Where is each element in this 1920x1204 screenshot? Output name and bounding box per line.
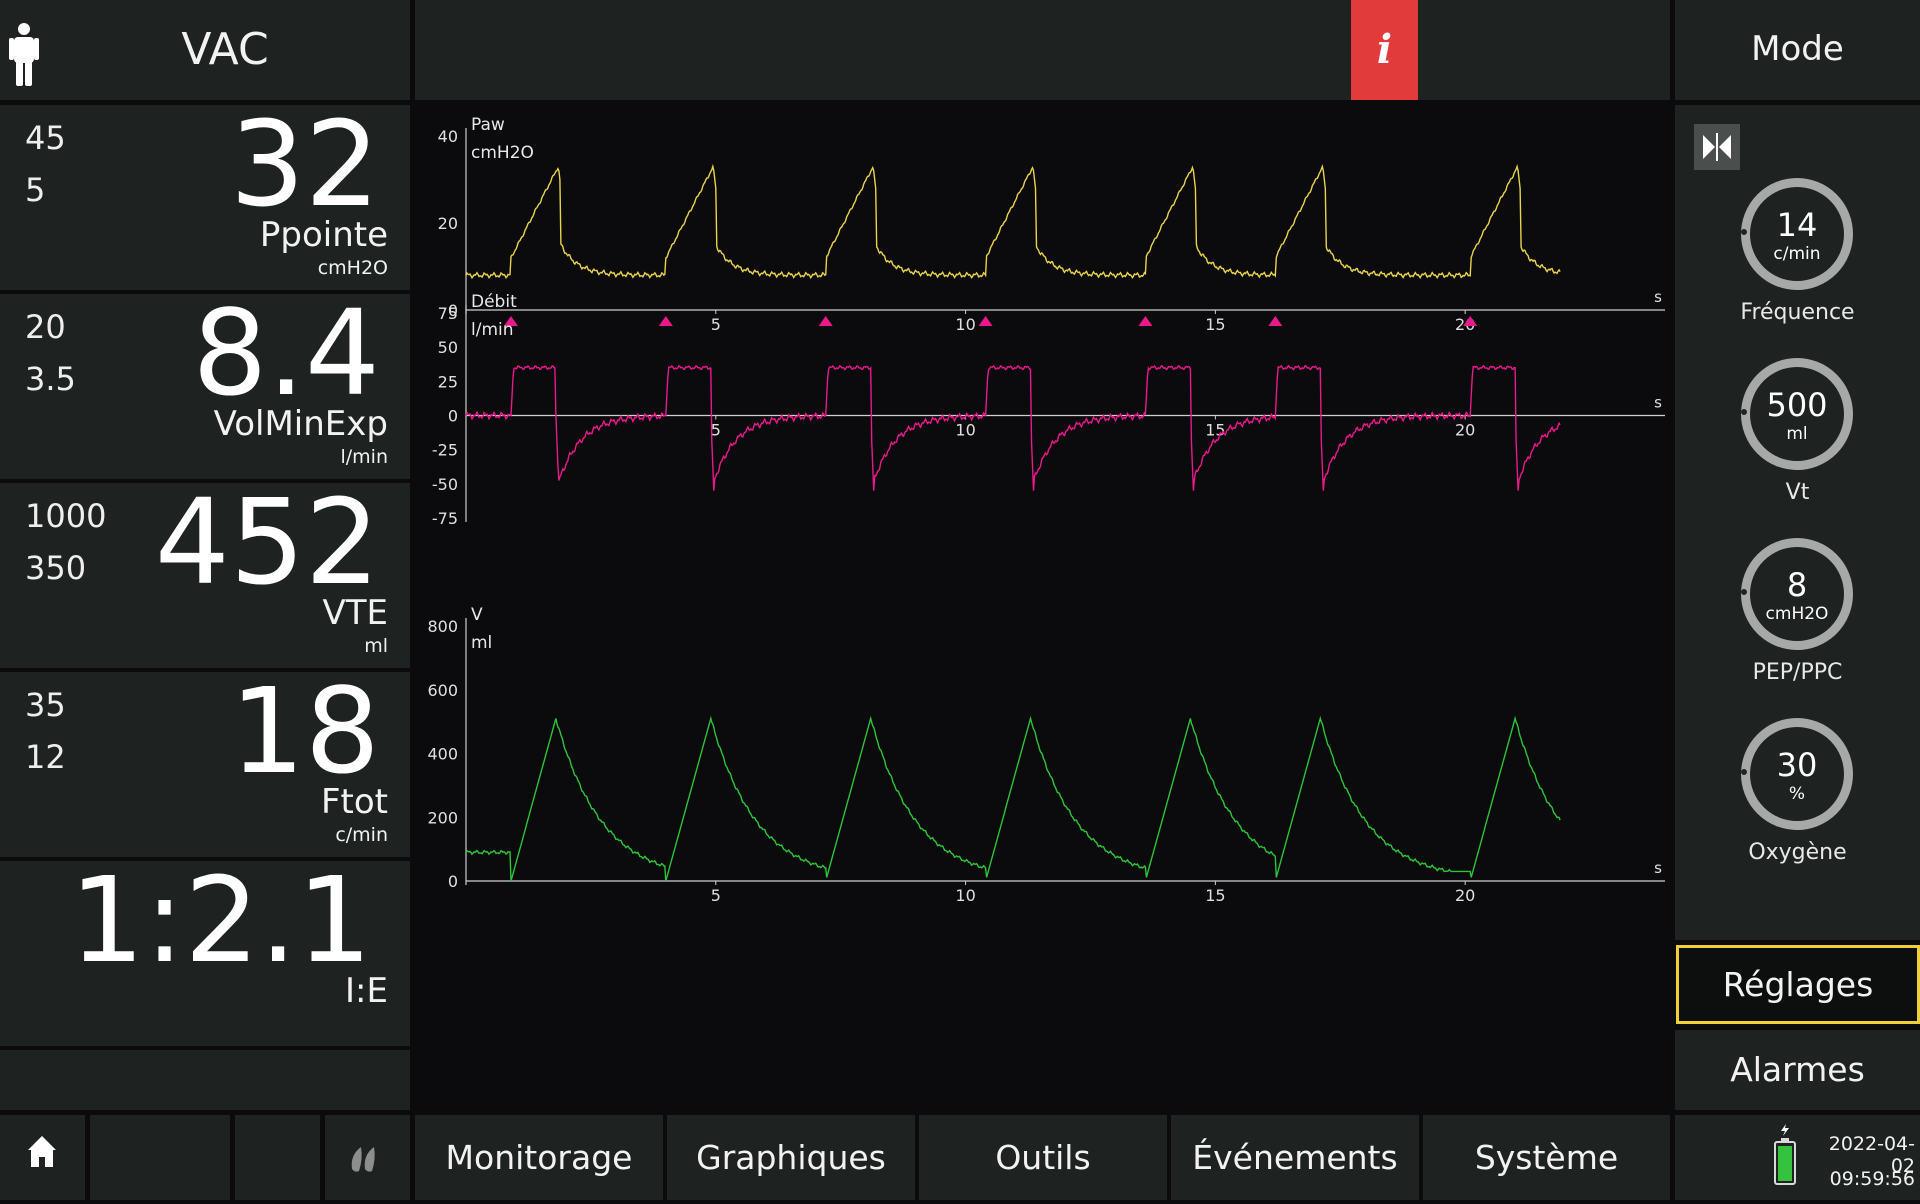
ftot-limit-high: 35 [25,686,66,724]
graph-unit: ml [471,633,492,653]
graph-title: Paw [471,115,505,135]
y-tick-label: 0 [448,872,458,891]
y-tick-label: -25 [432,441,458,460]
quick-button-1[interactable] [90,1115,230,1200]
oxygene-label: Oxygène [1748,840,1847,865]
graph-unit: l/min [471,320,514,340]
y-tick-label: 20 [438,214,458,233]
y-tick-label: 200 [427,808,458,827]
volminexp-limit-high: 20 [25,308,66,346]
ftot-tile[interactable]: 35 12 18 Ftot c/min [0,672,410,857]
volminexp-label: VolMinExp [213,404,388,444]
ppointe-tile[interactable]: 45 5 32 Ppointe cmH2O [0,105,410,290]
x-tick-label: 15 [1205,315,1225,334]
y-tick-label: 0 [448,407,458,426]
frequence-value: 14 [1776,206,1818,244]
y-tick-label: 50 [438,338,458,357]
status-time: 09:59:56 [1829,1168,1915,1190]
tab-graphiques[interactable]: Graphiques [667,1115,915,1200]
adult-patient-icon[interactable] [6,22,42,86]
battery-icon [1774,1124,1796,1185]
x-tick-label: 15 [1205,421,1225,440]
waveform-area: 0 20 40 5 10 15 20 Paw cmH2O s 75 50 25 0 -25 -50 -75 5 1… [415,100,1670,1112]
x-unit-label: s [1654,394,1662,412]
pep-value: 8 [1786,566,1808,604]
x-tick-label: 10 [955,421,975,440]
x-unit-label: s [1654,288,1662,306]
vte-value: 452 [154,473,380,611]
x-tick-label: 20 [1455,421,1475,440]
ftot-unit: c/min [335,824,388,846]
y-tick-label: 25 [438,372,458,391]
vte-limit-low: 350 [25,549,87,587]
tab-systeme[interactable]: Système [1423,1115,1670,1200]
y-tick-label: 75 [438,304,458,323]
pep-label: PEP/PPC [1752,660,1843,685]
alarmes-button[interactable]: Alarmes [1675,1030,1920,1110]
frequence-unit: c/min [1773,244,1821,264]
vte-tile[interactable]: 1000 350 452 VTE ml [0,483,410,668]
ftot-limit-low: 12 [25,738,66,776]
x-tick-label: 5 [711,315,721,334]
y-tick-label: 800 [427,617,458,636]
ppointe-unit: cmH2O [317,257,388,279]
ie-ratio-label: I:E [345,971,388,1011]
mode-button[interactable]: Mode [1675,0,1920,100]
ventilation-mode-label: VAC [181,24,269,75]
home-icon [28,1136,56,1167]
x-tick-label: 5 [711,886,721,905]
vt-label: Vt [1785,480,1810,505]
vt-value: 500 [1766,386,1828,424]
lungs-icon [351,1147,375,1172]
ppointe-limit-low: 5 [25,171,46,209]
vt-unit: ml [1786,424,1808,444]
volminexp-tile[interactable]: 20 3.5 8.4 VolMinExp l/min [0,294,410,479]
graph-title: Débit [471,292,517,312]
y-tick-label: 40 [438,127,458,146]
x-tick-label: 10 [955,886,975,905]
oxygene-value: 30 [1776,746,1818,784]
volminexp-value: 8.4 [192,284,380,422]
x-tick-label: 15 [1205,886,1225,905]
ftot-label: Ftot [320,782,388,822]
y-tick-label: 600 [427,681,458,700]
reglages-button[interactable]: Réglages [1676,945,1920,1024]
volminexp-limit-low: 3.5 [25,360,76,398]
x-unit-label: s [1654,859,1662,877]
vte-unit: ml [364,635,388,657]
ppointe-limit-high: 45 [25,119,66,157]
message-bar [415,0,1670,100]
vte-limit-high: 1000 [25,497,107,535]
y-tick-label: -75 [432,509,458,528]
quick-button-2[interactable] [235,1115,320,1200]
home-button[interactable] [0,1115,85,1200]
x-tick-label: 20 [1455,886,1475,905]
graph-unit: cmH2O [471,143,534,163]
freeze-icon[interactable] [1694,124,1740,170]
tab-monitorage[interactable]: Monitorage [415,1115,663,1200]
ppointe-label: Ppointe [259,215,388,255]
pep-unit: cmH2O [1765,604,1829,624]
x-tick-label: 10 [955,315,975,334]
frequence-label: Fréquence [1740,300,1855,325]
graph-title: V [471,605,483,625]
tab-evenements[interactable]: Événements [1171,1115,1419,1200]
empty-tile [0,1050,410,1110]
ftot-value: 18 [229,662,380,800]
volminexp-unit: l/min [340,446,388,468]
o2-button[interactable] [325,1115,410,1200]
vte-label: VTE [322,593,388,633]
info-icon[interactable]: i [1351,0,1418,100]
y-tick-label: 400 [427,745,458,764]
y-tick-label: -50 [432,475,458,494]
oxygene-unit: % [1788,784,1806,804]
tab-outils[interactable]: Outils [919,1115,1167,1200]
ie-ratio-value: 1:2.1 [69,851,373,989]
ppointe-value: 32 [229,95,380,233]
ie-ratio-tile[interactable]: 1:2.1 I:E [0,861,410,1046]
